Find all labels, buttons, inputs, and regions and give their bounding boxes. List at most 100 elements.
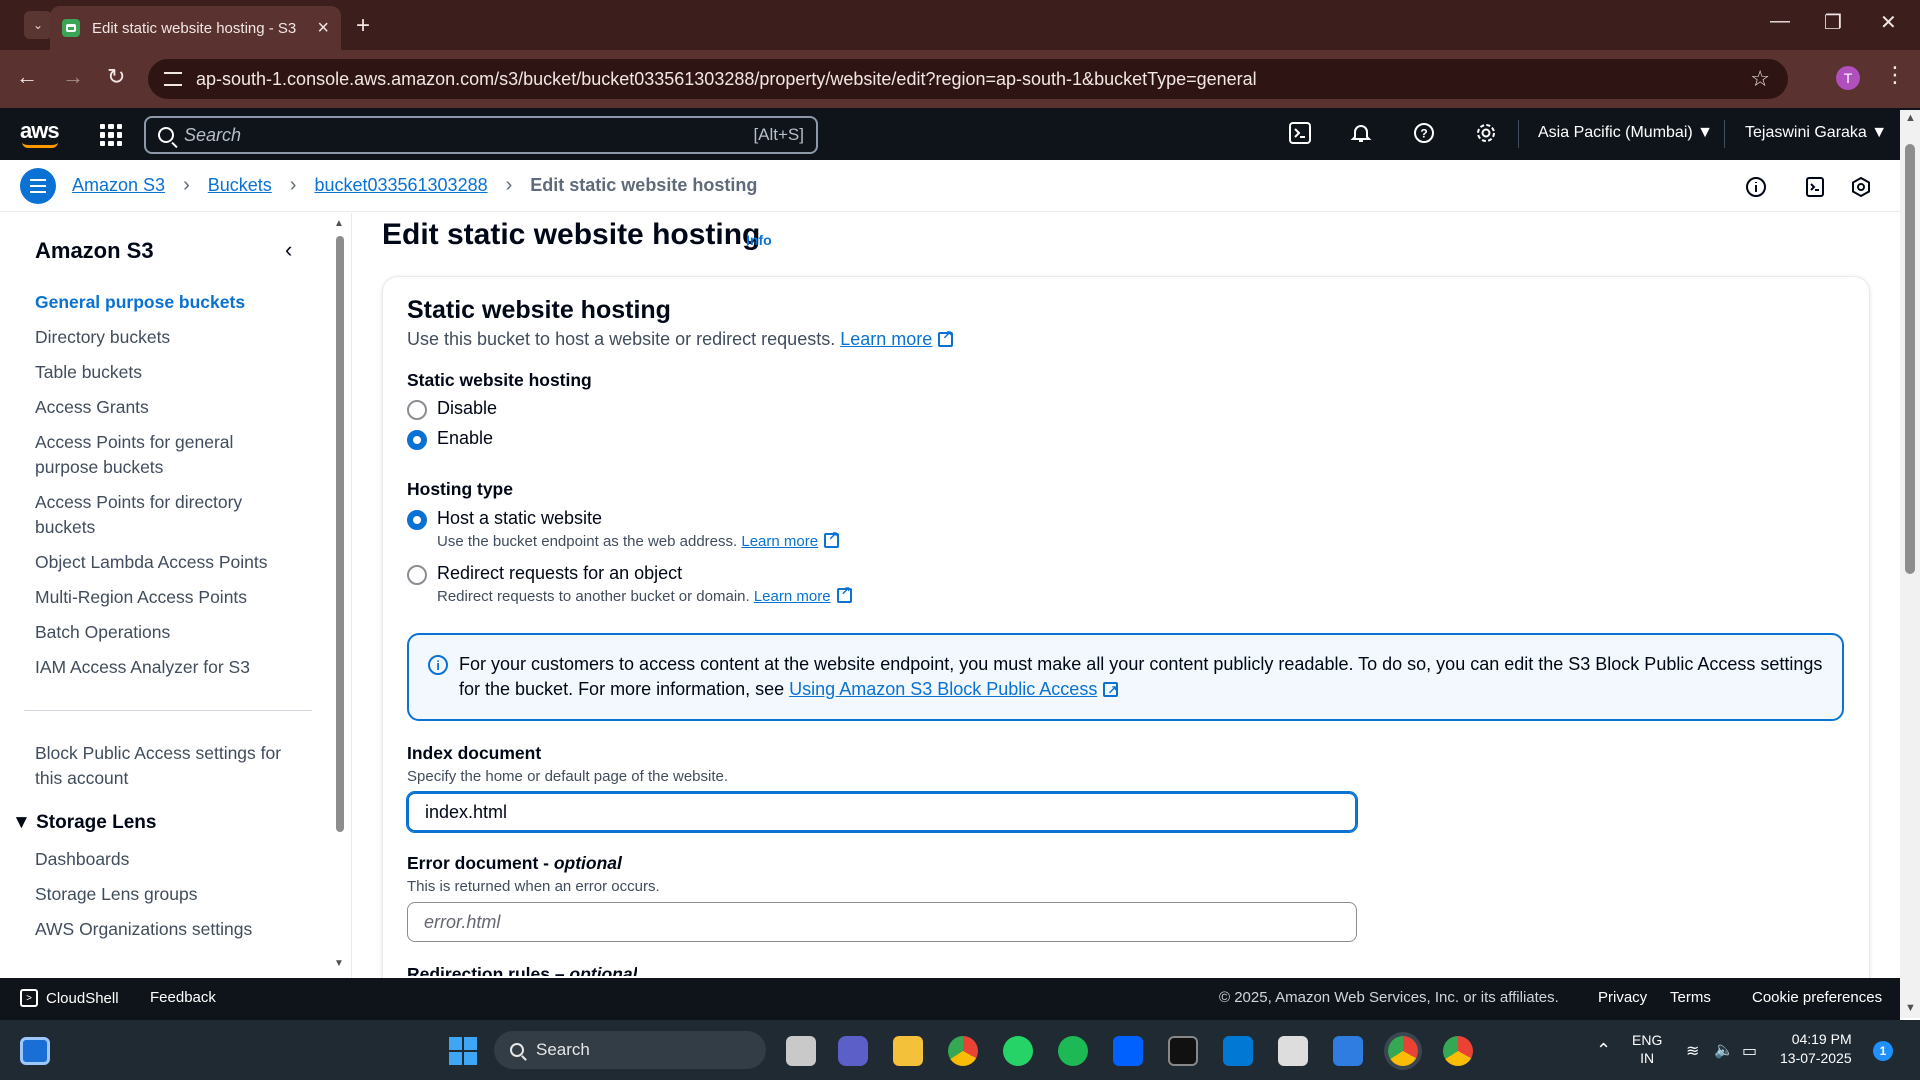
radio-enable[interactable] — [407, 430, 427, 450]
meet-icon[interactable] — [838, 1036, 868, 1066]
wifi-icon[interactable]: ≋ — [1686, 1041, 1699, 1061]
radio-redirect-requests[interactable] — [407, 565, 427, 585]
spotify-icon[interactable] — [1058, 1036, 1088, 1066]
file-explorer-icon[interactable] — [893, 1036, 923, 1066]
scroll-down-icon[interactable]: ▼ — [334, 958, 344, 969]
index-document-input[interactable]: index.html — [407, 792, 1357, 832]
account-menu[interactable]: Tejaswini Garaka ▼ — [1745, 124, 1887, 142]
volume-icon[interactable]: 🔈 — [1714, 1040, 1734, 1060]
notifications-bell-icon[interactable] — [1349, 121, 1373, 145]
language-indicator[interactable]: ENG IN — [1632, 1031, 1662, 1067]
new-tab-icon[interactable]: + — [356, 12, 370, 40]
page-scrollbar[interactable]: ▲ ▼ — [1900, 110, 1920, 1018]
sidebar-item-block-public-access[interactable]: Block Public Access settings for this ac… — [35, 741, 295, 791]
clock[interactable]: 04:19 PM 13-07-2025 — [1780, 1030, 1852, 1068]
hamburger-menu-icon[interactable] — [20, 168, 56, 204]
sidebar-item-storage-lens-groups[interactable]: Storage Lens groups — [35, 882, 295, 907]
tab-search-chevron-icon[interactable]: ⌄ — [24, 11, 52, 39]
windows-start-icon[interactable] — [448, 1036, 478, 1066]
error-document-input[interactable]: error.html — [407, 902, 1357, 942]
terminal-icon[interactable] — [1168, 1036, 1198, 1066]
scrollbar-thumb[interactable] — [1905, 144, 1915, 574]
radio-redirect-label[interactable]: Redirect requests for an object — [437, 563, 682, 584]
breadcrumb-link-s3[interactable]: Amazon S3 — [72, 175, 165, 196]
assistant-panel-icon[interactable] — [1848, 174, 1874, 200]
notepad-icon[interactable] — [1333, 1036, 1363, 1066]
breadcrumb-link-bucket[interactable]: bucket033561303288 — [314, 175, 487, 196]
browser-tab[interactable]: Edit static website hosting - S3 × — [50, 6, 341, 50]
close-tab-icon[interactable]: × — [317, 17, 329, 40]
tab-title: Edit static website hosting - S3 — [92, 19, 297, 37]
search-icon — [158, 127, 174, 143]
vscode-icon[interactable] — [1223, 1036, 1253, 1066]
sidebar-item-object-lambda[interactable]: Object Lambda Access Points — [35, 550, 295, 575]
info-panel-icon[interactable] — [1743, 174, 1769, 200]
cloudshell-button[interactable]: > CloudShell — [20, 989, 119, 1007]
feedback-link[interactable]: Feedback — [150, 989, 216, 1006]
breadcrumb-link-buckets[interactable]: Buckets — [208, 175, 272, 196]
cloudshell-icon[interactable] — [1288, 121, 1312, 145]
block-public-access-link[interactable]: Using Amazon S3 Block Public Access — [789, 678, 1119, 703]
bookmark-star-icon[interactable]: ☆ — [1750, 66, 1770, 92]
radio-disable[interactable] — [407, 400, 427, 420]
sidebar-item-general-purpose-buckets[interactable]: General purpose buckets — [35, 290, 295, 315]
sidebar-item-batch-operations[interactable]: Batch Operations — [35, 620, 295, 645]
notification-badge[interactable]: 1 — [1873, 1041, 1893, 1061]
radio-host-static-website[interactable] — [407, 510, 427, 530]
sidebar-item-table-buckets[interactable]: Table buckets — [35, 360, 295, 385]
restore-icon[interactable]: ❐ — [1824, 10, 1842, 35]
sidebar-item-access-points-directory[interactable]: Access Points for directory buckets — [35, 490, 265, 540]
taskbar-search[interactable]: Search — [494, 1031, 766, 1069]
sidebar-item-directory-buckets[interactable]: Directory buckets — [35, 325, 295, 350]
minimize-icon[interactable]: — — [1770, 10, 1790, 33]
learn-more-link[interactable]: Learn more — [754, 584, 852, 605]
help-icon[interactable]: ? — [1412, 121, 1436, 145]
browser-menu-icon[interactable]: ⋮ — [1884, 62, 1906, 88]
radio-host-static-label[interactable]: Host a static website — [437, 508, 602, 529]
radio-enable-label[interactable]: Enable — [437, 428, 493, 449]
aws-search-input[interactable]: Search [Alt+S] — [144, 116, 818, 154]
address-bar[interactable]: ap-south-1.console.aws.amazon.com/s3/buc… — [148, 59, 1788, 99]
back-arrow-icon[interactable]: ← — [16, 64, 38, 90]
cookie-preferences-link[interactable]: Cookie preferences — [1752, 989, 1882, 1006]
dropbox-icon[interactable] — [1113, 1036, 1143, 1066]
widgets-icon[interactable] — [20, 1037, 50, 1065]
terms-link[interactable]: Terms — [1670, 989, 1711, 1006]
info-link[interactable]: Info — [746, 232, 772, 248]
battery-icon[interactable]: ▭ — [1742, 1041, 1757, 1061]
task-view-icon[interactable] — [786, 1036, 816, 1066]
window-close-icon[interactable]: ✕ — [1880, 10, 1897, 35]
collapse-sidebar-icon[interactable]: ‹ — [285, 237, 292, 263]
scroll-up-icon[interactable]: ▲ — [1905, 112, 1916, 124]
sidebar-section-storage-lens[interactable]: ▼ Storage Lens — [12, 812, 156, 834]
scrollbar-thumb[interactable] — [336, 236, 344, 832]
profile-avatar[interactable]: T — [1836, 66, 1860, 90]
learn-more-link[interactable]: Learn more — [741, 529, 840, 550]
sidebar-item-iam-access-analyzer[interactable]: IAM Access Analyzer for S3 — [35, 655, 295, 680]
whatsapp-icon[interactable] — [1003, 1036, 1033, 1066]
scroll-down-icon[interactable]: ▼ — [1905, 1002, 1916, 1014]
aws-logo[interactable]: aws — [20, 118, 60, 148]
radio-disable-label[interactable]: Disable — [437, 398, 497, 419]
region-selector[interactable]: Asia Pacific (Mumbai) ▼ — [1538, 124, 1713, 142]
notes-panel-icon[interactable] — [1802, 174, 1828, 200]
chrome-icon[interactable] — [948, 1036, 978, 1066]
sidebar-scrollbar[interactable]: ▲ ▼ — [334, 218, 346, 974]
chrome-alt-icon[interactable] — [1443, 1036, 1473, 1066]
sidebar-item-dashboards[interactable]: Dashboards — [35, 847, 295, 872]
services-grid-icon[interactable] — [100, 124, 122, 146]
amazon-icon[interactable] — [1278, 1036, 1308, 1066]
sidebar-item-multi-region[interactable]: Multi-Region Access Points — [35, 585, 295, 610]
site-info-icon[interactable] — [164, 72, 182, 86]
sidebar-item-access-points-general[interactable]: Access Points for general purpose bucket… — [35, 430, 265, 480]
reload-icon[interactable]: ↻ — [107, 64, 125, 90]
forward-arrow-icon[interactable]: → — [62, 64, 84, 90]
privacy-link[interactable]: Privacy — [1598, 989, 1647, 1006]
learn-more-link[interactable]: Learn more — [840, 328, 954, 349]
scroll-up-icon[interactable]: ▲ — [334, 218, 344, 229]
settings-gear-icon[interactable] — [1474, 121, 1498, 145]
tray-chevron-icon[interactable]: ⌃ — [1596, 1040, 1611, 1061]
sidebar-item-aws-organizations-settings[interactable]: AWS Organizations settings — [35, 917, 295, 942]
chrome-profile-icon[interactable] — [1388, 1036, 1418, 1066]
sidebar-item-access-grants[interactable]: Access Grants — [35, 395, 295, 420]
